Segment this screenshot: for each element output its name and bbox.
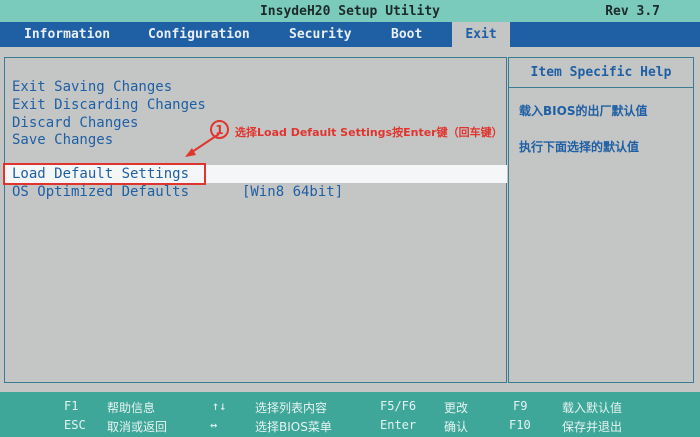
help-panel-title: Item Specific Help — [509, 58, 693, 88]
annotation-highlight-box — [3, 163, 206, 185]
menu-bar: Information Configuration Security Boot … — [0, 22, 700, 47]
exit-discarding-changes-item[interactable]: Exit Discarding Changes — [12, 97, 206, 113]
key-up-down: ↑↓ — [212, 399, 227, 413]
os-optimized-defaults-item[interactable]: OS Optimized Defaults — [12, 184, 189, 200]
app-title: InsydeH20 Setup Utility — [259, 4, 440, 19]
key-f10-desc: 保存并退出 — [562, 420, 623, 434]
key-up-down-desc: 选择列表内容 — [255, 401, 328, 415]
key-esc-desc: 取消或返回 — [107, 420, 168, 434]
tab-security[interactable]: Security — [289, 22, 352, 47]
key-left-right-desc: 选择BIOS菜单 — [255, 420, 332, 434]
tab-configuration[interactable]: Configuration — [148, 22, 250, 47]
key-left-right: ↔ — [210, 418, 218, 432]
help-panel: Item Specific Help 载入BIOS的出厂默认值 执行下面选择的默… — [508, 57, 694, 383]
help-text-line-2: 执行下面选择的默认值 — [519, 140, 640, 154]
revision-label: Rev 3.7 — [605, 4, 660, 19]
key-f5-f6-desc: 更改 — [444, 401, 469, 415]
key-f1: F1 — [64, 399, 79, 413]
annotation-text: 选择Load Default Settings按Enter键（回车键） — [235, 126, 503, 139]
tab-boot[interactable]: Boot — [391, 22, 422, 47]
key-esc: ESC — [64, 418, 86, 432]
exit-saving-changes-item[interactable]: Exit Saving Changes — [12, 79, 172, 95]
key-enter: Enter — [380, 418, 417, 432]
help-text-line-1: 载入BIOS的出厂默认值 — [519, 104, 648, 118]
tab-exit[interactable]: Exit — [452, 22, 510, 47]
key-f10: F10 — [509, 418, 531, 432]
tab-information[interactable]: Information — [24, 22, 110, 47]
os-optimized-defaults-value[interactable]: [Win8 64bit] — [242, 184, 343, 200]
key-f9-desc: 载入默认值 — [562, 401, 623, 415]
key-f1-desc: 帮助信息 — [107, 401, 156, 415]
save-changes-item[interactable]: Save Changes — [12, 132, 113, 148]
annotation-number-badge: 1 — [210, 120, 229, 139]
key-enter-desc: 确认 — [444, 420, 469, 434]
key-help-footer: F1 帮助信息 ↑↓ 选择列表内容 F5/F6 更改 F9 载入默认值 ESC … — [0, 392, 700, 437]
key-f5-f6: F5/F6 — [380, 399, 417, 413]
key-f9: F9 — [513, 399, 528, 413]
discard-changes-item[interactable]: Discard Changes — [12, 115, 138, 131]
title-bar: InsydeH20 Setup Utility Rev 3.7 — [0, 0, 700, 22]
